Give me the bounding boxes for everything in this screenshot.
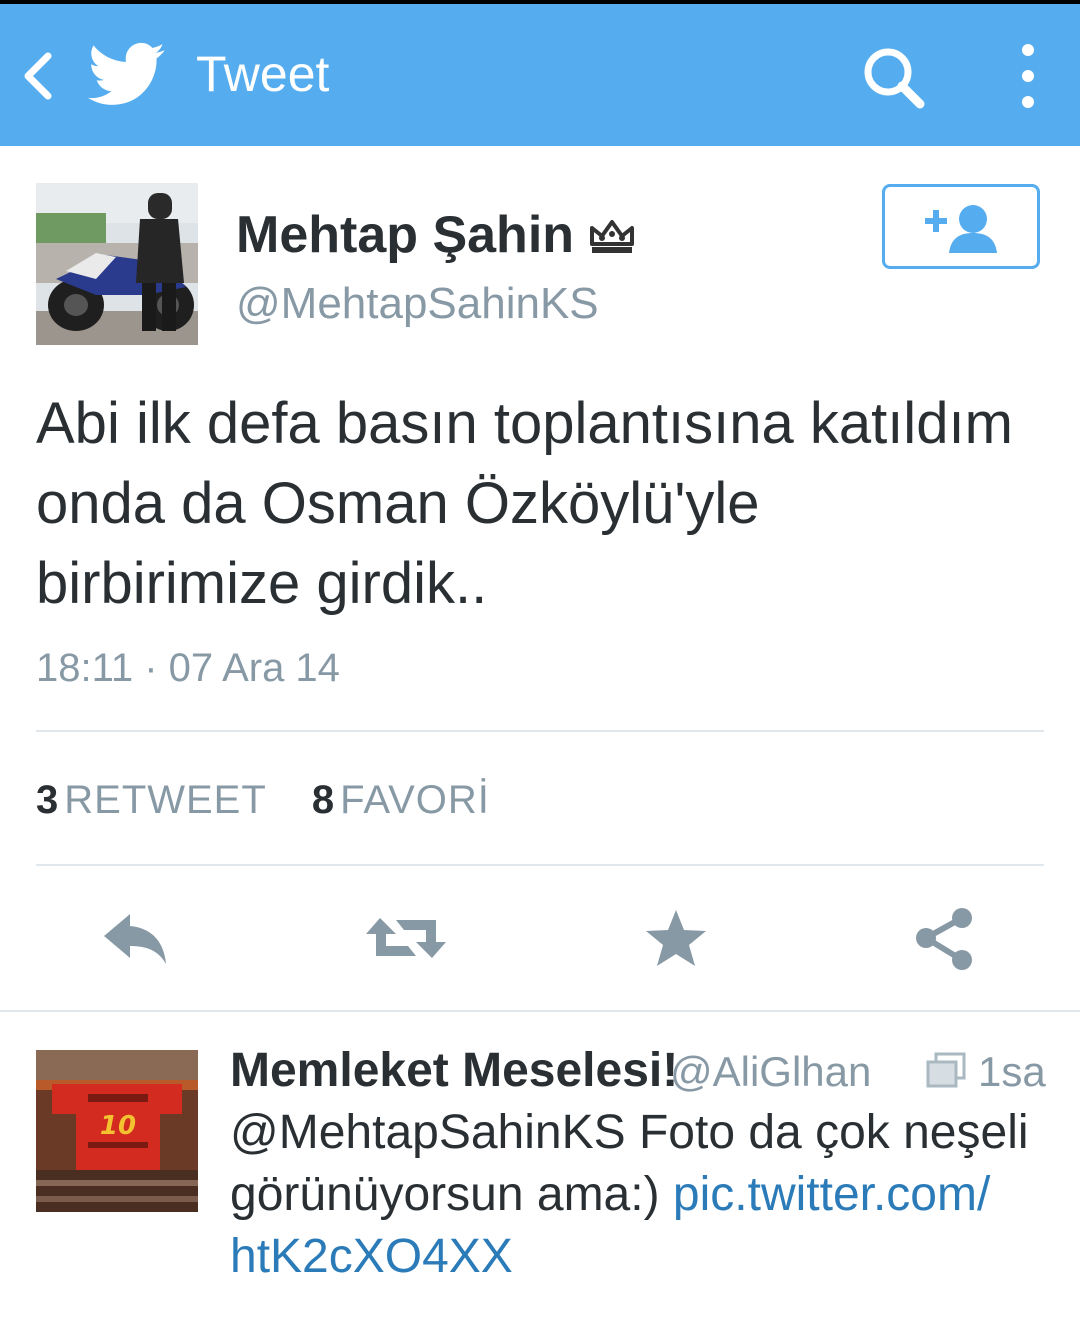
retweet-icon[interactable] <box>364 906 448 970</box>
tweet-text: Abi ilk defa basın toplantısına katıldım… <box>36 384 1046 624</box>
reply-text: @MehtapSahinKS Foto da çok neşeli görünü… <box>230 1102 1050 1288</box>
overflow-menu-icon[interactable] <box>1008 42 1048 116</box>
tweet-stats: 3 RETWEET 8 FAVORİ <box>36 776 524 824</box>
favorite-label: FAVORİ <box>340 778 490 822</box>
tweet-text-line: birbirimize girdik.. <box>36 551 488 616</box>
reply-link-part: htK2cXO4XX <box>230 1230 513 1283</box>
tweet-timestamp: 18:11 · 07 Ara 14 <box>36 646 340 690</box>
reply-author-name[interactable]: Memleket Meselesi! <box>230 1042 678 1100</box>
page-title: Tweet <box>196 46 330 102</box>
reply-author-handle[interactable]: @AliGlhan <box>670 1046 871 1098</box>
favorite-star-icon[interactable] <box>644 906 708 970</box>
favorite-count: 8 <box>311 778 335 822</box>
back-arrow-icon[interactable] <box>18 46 58 106</box>
divider <box>36 864 1044 866</box>
add-user-icon <box>925 205 997 253</box>
search-icon[interactable] <box>858 42 930 114</box>
app-bar: Tweet <box>0 4 1080 146</box>
tweet-text-line: Abi ilk defa basın toplantısına katıldım <box>36 391 1013 456</box>
crown-icon <box>590 220 634 253</box>
retweet-stat[interactable]: 3 RETWEET <box>36 776 267 824</box>
twitter-bird-icon <box>88 42 165 105</box>
divider <box>0 1010 1080 1012</box>
svg-text:10: 10 <box>100 1111 136 1141</box>
follow-button[interactable] <box>882 184 1040 269</box>
avatar[interactable] <box>36 183 198 345</box>
avatar[interactable]: 10 <box>36 1050 198 1212</box>
author-handle[interactable]: @MehtapSahinKS <box>236 278 599 330</box>
retweet-count: 3 <box>36 778 59 822</box>
author-name[interactable]: Mehtap Şahin <box>236 204 574 266</box>
favorite-stat[interactable]: 8 FAVORİ <box>312 776 490 824</box>
share-icon[interactable] <box>912 906 976 970</box>
media-icon <box>926 1052 966 1088</box>
reply-icon[interactable] <box>100 906 170 970</box>
reply-time: 1sa <box>978 1048 1046 1095</box>
retweet-label: RETWEET <box>64 778 267 822</box>
divider <box>36 730 1044 732</box>
reply-link-part: pic.twitter.com/ <box>672 1168 991 1221</box>
tweet-text-line: onda da Osman Özköylü'yle <box>36 471 760 536</box>
